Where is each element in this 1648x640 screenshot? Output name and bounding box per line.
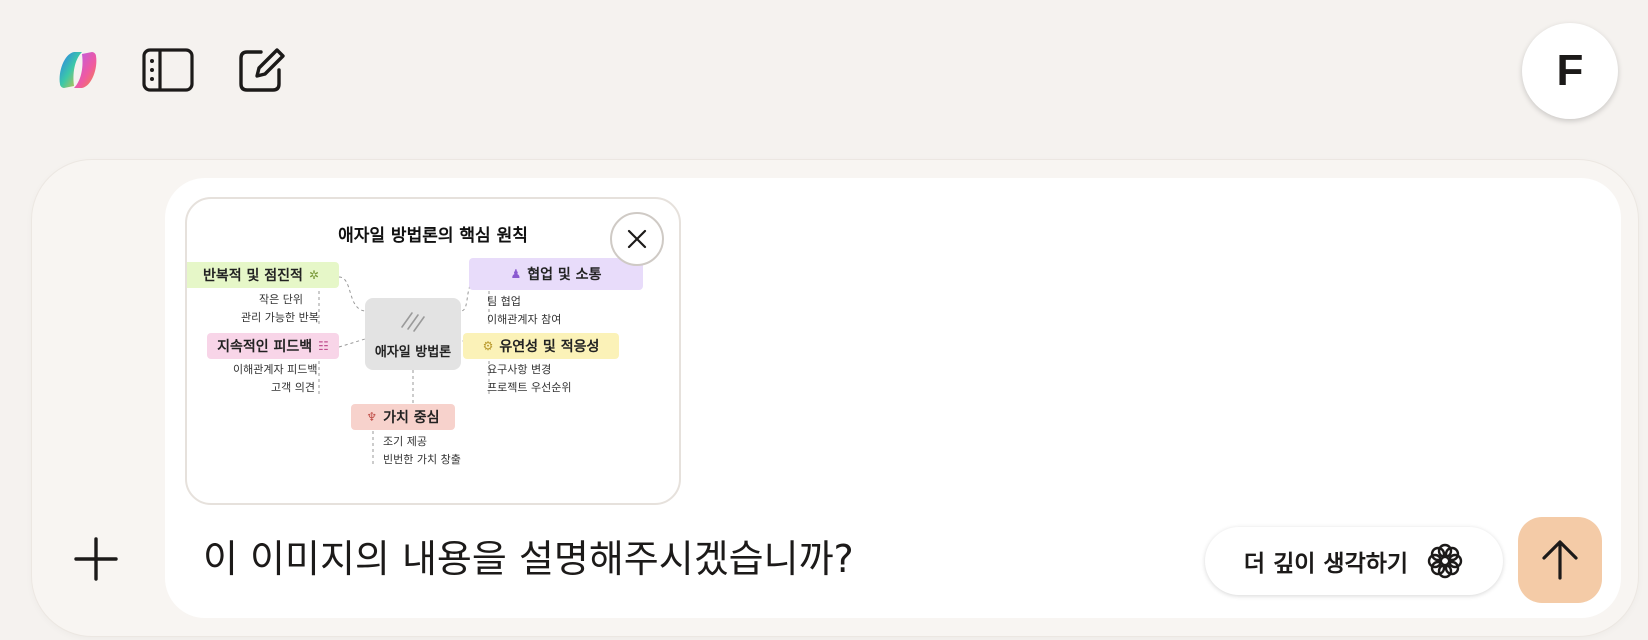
prompt-input[interactable]: 이 이미지의 내용을 설명해주시겠습니까?	[203, 531, 854, 587]
think-deeper-button[interactable]: 더 깊이 생각하기	[1205, 527, 1503, 595]
mindmap-sub-item: 빈번한 가치 창출	[383, 453, 461, 466]
mindmap-sub-item: 조기 제공	[383, 435, 427, 448]
close-icon	[627, 229, 647, 249]
mindmap-center-label: 애자일 방법론	[374, 345, 452, 360]
mindmap-sub-item: 관리 가능한 반복	[241, 311, 319, 324]
new-chat-icon[interactable]	[234, 44, 290, 96]
handshake-icon: ✲	[308, 268, 319, 282]
think-deeper-icon	[1427, 543, 1463, 579]
mindmap-sub-item: 이해관계자 피드백	[233, 363, 318, 376]
attached-image-thumbnail[interactable]: 애자일 방법론의 핵심 원칙 애자일 방법론 반복적 및 점진적 ✲ 작은 단위…	[185, 197, 681, 505]
mindmap-node-value: ♆ 가치 중심	[351, 404, 455, 430]
mindmap-sub-item: 요구사항 변경	[487, 363, 552, 376]
team-icon: ♟	[510, 267, 522, 281]
copilot-logo-icon[interactable]	[52, 44, 104, 96]
sidebar-toggle-icon[interactable]	[140, 44, 196, 96]
mindmap-node-collaboration: ♟ 협업 및 소통	[469, 258, 643, 290]
paperclip-icon	[401, 312, 425, 332]
send-button[interactable]	[1518, 517, 1602, 603]
arrow-up-icon	[1542, 540, 1578, 580]
mindmap-sub-item: 고객 의견	[271, 381, 315, 394]
value-icon: ♆	[366, 410, 378, 424]
mindmap-title: 애자일 방법론의 핵심 원칙	[338, 226, 528, 246]
mindmap-sub-item: 이해관계자 참여	[487, 313, 562, 326]
mindmap-node-iterative: 반복적 및 점진적 ✲	[187, 262, 339, 288]
mindmap-sub-item: 작은 단위	[259, 293, 303, 306]
mindmap-sub-item: 팀 협업	[487, 295, 521, 308]
add-attachment-button[interactable]	[72, 535, 120, 583]
mindmap-center-node: 애자일 방법론	[365, 298, 461, 370]
user-avatar[interactable]: F	[1522, 23, 1618, 119]
mindmap-sub-item: 프로젝트 우선순위	[487, 381, 572, 394]
adapt-icon: ⚙	[482, 339, 494, 353]
think-deeper-label: 더 깊이 생각하기	[1243, 551, 1409, 577]
feedback-icon: ☷	[318, 339, 329, 353]
mindmap-node-feedback: 지속적인 피드백 ☷	[207, 333, 339, 359]
remove-attachment-button[interactable]	[610, 212, 664, 266]
mindmap-node-flexibility: ⚙ 유연성 및 적응성	[463, 333, 619, 359]
